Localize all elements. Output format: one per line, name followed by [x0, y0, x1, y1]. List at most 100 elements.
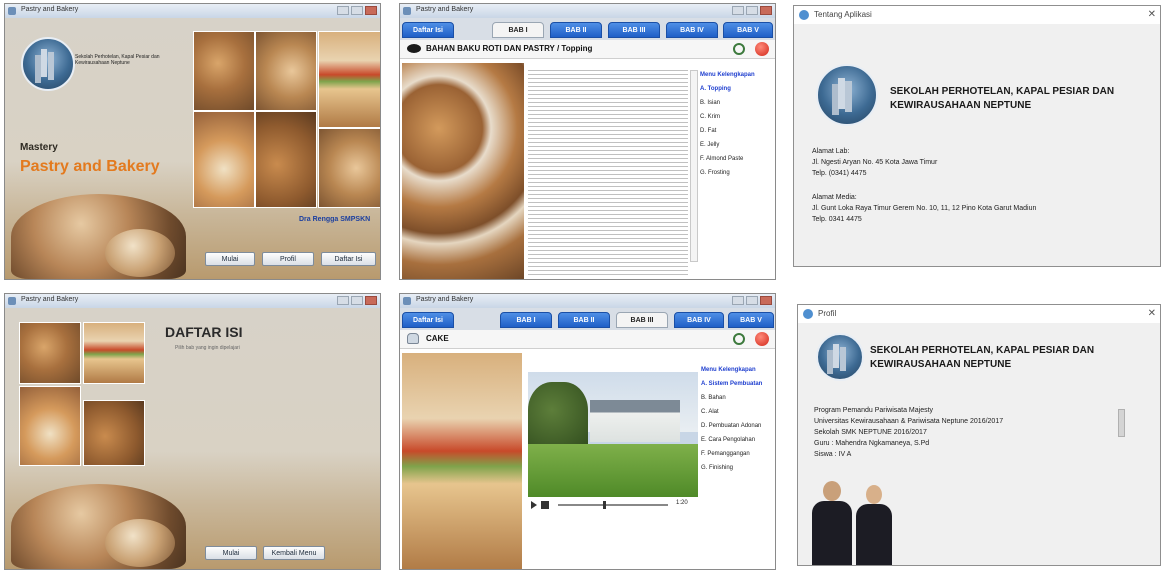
- minimize-button[interactable]: [732, 6, 744, 15]
- close-icon[interactable]: ✕: [1148, 308, 1156, 319]
- contents-window: Pastry and Bakery DAFTAR ISI Pilih bab y…: [4, 293, 381, 570]
- maximize-button[interactable]: [351, 296, 363, 305]
- video-progress-knob[interactable]: [603, 501, 606, 509]
- video-player[interactable]: [528, 372, 698, 497]
- menu-item-isian[interactable]: B. Isian: [700, 100, 720, 106]
- dialog-titlebar: Profil ✕: [798, 305, 1160, 323]
- window-titlebar: Pastry and Bakery: [5, 4, 380, 18]
- maximize-button[interactable]: [351, 6, 363, 15]
- chef-hat-icon: [407, 44, 421, 53]
- start-button[interactable]: Mulai: [205, 252, 255, 266]
- cake-photo: [401, 352, 523, 569]
- dialog-title: Profil: [818, 309, 837, 318]
- dialog-titlebar: Tentang Aplikasi ✕: [794, 6, 1160, 24]
- app-icon: [8, 7, 16, 15]
- tab-bab-4[interactable]: BAB IV: [674, 312, 724, 328]
- tab-bab-1[interactable]: BAB I: [500, 312, 552, 328]
- close-circle-icon[interactable]: [755, 42, 769, 56]
- section-header: CAKE: [400, 330, 775, 349]
- tab-daftar-isi[interactable]: Daftar Isi: [402, 312, 454, 328]
- text-scrollbar[interactable]: [690, 70, 698, 262]
- tab-bab-5[interactable]: BAB V: [723, 22, 773, 38]
- chef-icon: [407, 333, 419, 344]
- app-icon: [803, 309, 813, 319]
- chapter-window: Pastry and Bakery Daftar Isi BAB I BAB I…: [399, 3, 776, 280]
- maximize-button[interactable]: [746, 296, 758, 305]
- close-button[interactable]: [365, 6, 377, 15]
- app-title: Pastry and Bakery: [20, 158, 160, 175]
- minimize-button[interactable]: [732, 296, 744, 305]
- info-line-1: Program Pemandu Pariwisata Majesty: [814, 407, 934, 414]
- minimize-button[interactable]: [337, 296, 349, 305]
- profile-button[interactable]: Profil: [262, 252, 314, 266]
- menu-item-topping[interactable]: A. Topping: [700, 86, 731, 92]
- heading-line-2: KEWIRAUSAHAAN NEPTUNE: [870, 359, 1012, 370]
- play-icon[interactable]: [531, 501, 537, 509]
- school-logo: [816, 333, 864, 381]
- close-circle-icon[interactable]: [755, 332, 769, 346]
- address-1-line-1: Jl. Ngesti Aryan No. 45 Kota Jawa Timur: [812, 159, 938, 166]
- menu-item-krim[interactable]: C. Krim: [700, 114, 720, 120]
- minimize-button[interactable]: [337, 6, 349, 15]
- window-title: Pastry and Bakery: [416, 296, 474, 303]
- close-button[interactable]: [365, 296, 377, 305]
- video-progress-track[interactable]: [558, 504, 668, 506]
- tab-bab-5[interactable]: BAB V: [728, 312, 774, 328]
- menu-item-bahan[interactable]: B. Bahan: [701, 395, 726, 401]
- info-line-4: Guru : Mahendra Ngkamaneya, S.Pd: [814, 440, 930, 447]
- back-menu-button[interactable]: Kembali Menu: [263, 546, 325, 560]
- window-controls: [337, 296, 377, 305]
- tab-bar: Daftar Isi BAB I BAB II BAB III BAB IV B…: [400, 18, 775, 40]
- refresh-icon[interactable]: [733, 43, 745, 55]
- menu-item-pembuatan-adonan[interactable]: D. Pembuatan Adonan: [701, 423, 761, 429]
- section-title: BAHAN BAKU ROTI DAN PASTRY / Topping: [426, 44, 593, 53]
- window-titlebar: Pastry and Bakery: [5, 294, 380, 308]
- photo-pastry-4: [255, 111, 317, 208]
- close-icon[interactable]: ✕: [1148, 9, 1156, 20]
- refresh-icon[interactable]: [733, 333, 745, 345]
- tab-daftar-isi[interactable]: Daftar Isi: [402, 22, 454, 38]
- info-scrollbar[interactable]: [1118, 409, 1125, 437]
- menu-item-sistem[interactable]: A. Sistem Pembuatan: [701, 381, 762, 387]
- menu-item-finishing[interactable]: G. Finishing: [701, 465, 733, 471]
- close-button[interactable]: [760, 296, 772, 305]
- photo-pastry-2: [19, 386, 81, 466]
- contents-subtitle: Pilih bab yang ingin dipelajari: [175, 345, 240, 351]
- address-1-label: Alamat Lab:: [812, 148, 850, 155]
- info-line-5: Siswa : IV A: [814, 451, 852, 458]
- photo-pastry-3: [83, 400, 145, 466]
- menu-item-fat[interactable]: D. Fat: [700, 128, 716, 134]
- menu-item-almond-paste[interactable]: F. Almond Paste: [700, 156, 743, 162]
- stop-icon[interactable]: [541, 501, 549, 509]
- close-button[interactable]: [760, 6, 772, 15]
- tab-bab-3[interactable]: BAB III: [608, 22, 660, 38]
- video-controls: 1:20: [528, 499, 698, 511]
- subtitle: Mastery: [20, 142, 58, 153]
- tab-bab-3[interactable]: BAB III: [616, 312, 668, 328]
- app-icon: [799, 10, 809, 20]
- app-icon: [403, 297, 411, 305]
- start-button[interactable]: Mulai: [205, 546, 257, 560]
- address-1-line-2: Telp. (0341) 4475: [812, 170, 867, 177]
- address-2-label: Alamat Media:: [812, 194, 857, 201]
- side-menu: Menu Kelengkapan A. Topping B. Isian C. …: [698, 70, 775, 210]
- tab-bab-4[interactable]: BAB IV: [666, 22, 718, 38]
- menu-heading: Menu Kelengkapan: [700, 72, 755, 78]
- credit-text: Dra Rengga SMPSKN: [299, 216, 371, 223]
- window-title: Pastry and Bakery: [21, 6, 79, 13]
- tab-bab-2[interactable]: BAB II: [558, 312, 610, 328]
- menu-item-jelly[interactable]: E. Jelly: [700, 142, 719, 148]
- maximize-button[interactable]: [746, 6, 758, 15]
- window-title: Pastry and Bakery: [21, 296, 79, 303]
- about-dialog: Tentang Aplikasi ✕ SEKOLAH PERHOTELAN, K…: [793, 5, 1161, 267]
- menu-item-pemanggangan[interactable]: F. Pemanggangan: [701, 451, 750, 457]
- tab-bab-2[interactable]: BAB II: [550, 22, 602, 38]
- menu-item-frosting[interactable]: G. Frosting: [700, 170, 730, 176]
- menu-item-cara-pengolahan[interactable]: E. Cara Pengolahan: [701, 437, 755, 443]
- officer-photo-male: [812, 481, 852, 565]
- menu-item-alat[interactable]: C. Alat: [701, 409, 719, 415]
- contents-button[interactable]: Daftar Isi: [321, 252, 376, 266]
- photo-pastry-5: [318, 128, 380, 208]
- tab-bab-1[interactable]: BAB I: [492, 22, 544, 38]
- info-line-3: Sekolah SMK NEPTUNE 2016/2017: [814, 429, 927, 436]
